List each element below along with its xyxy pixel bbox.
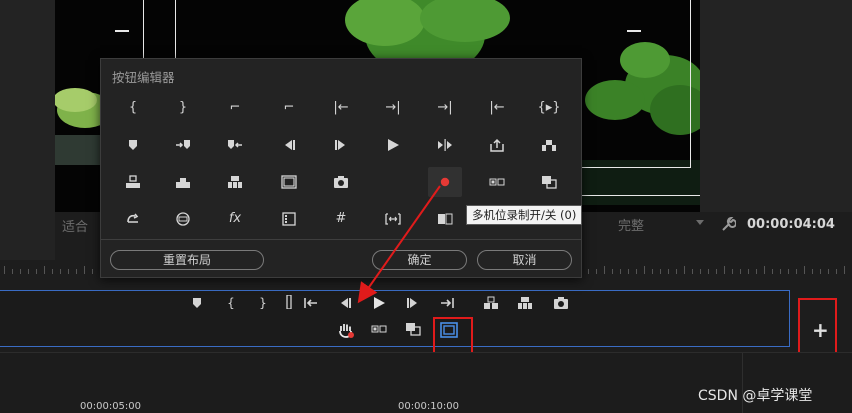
timeline-time-label: 00:00:10:00 [398, 401, 460, 412]
annotation-arrow [357, 185, 441, 304]
annotation-layer [357, 185, 441, 304]
watermark: CSDN @卓学课堂 [698, 388, 813, 404]
timeline-panel: 00:00:05:00 00:00:10:00 CSDN @卓学课堂 [0, 352, 852, 413]
timeline-time-label: 00:00:05:00 [80, 401, 142, 412]
